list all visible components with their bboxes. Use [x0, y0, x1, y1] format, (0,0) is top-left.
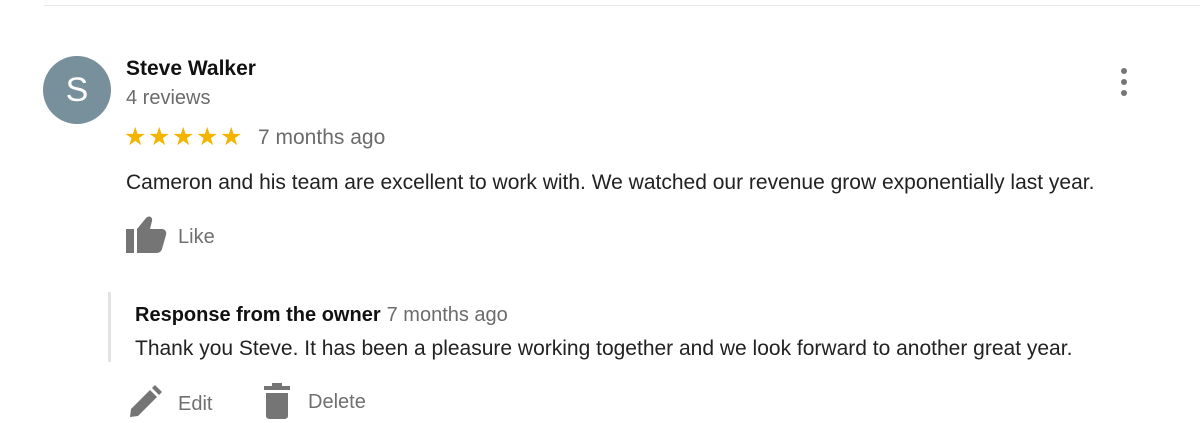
avatar[interactable]: S	[43, 56, 111, 124]
edit-label: Edit	[178, 393, 213, 415]
star-icon: ★	[196, 123, 219, 151]
owner-response: Response from the owner 7 months ago Than…	[108, 292, 1171, 362]
edit-button[interactable]: Edit	[128, 385, 228, 421]
delete-label: Delete	[308, 391, 366, 413]
star-icon: ★	[220, 123, 243, 151]
reviewer-name[interactable]: Steve Walker	[126, 57, 256, 81]
more-options-button[interactable]	[1112, 64, 1136, 100]
review-count[interactable]: 4 reviews	[126, 87, 210, 110]
response-title: Response from the owner	[135, 304, 381, 326]
review-age: 7 months ago	[258, 126, 386, 149]
delete-button[interactable]: Delete	[264, 383, 394, 421]
thumbs-up-icon	[126, 216, 167, 253]
star-icon: ★	[172, 123, 195, 151]
like-button[interactable]: Like	[126, 215, 246, 255]
star-icon: ★	[124, 123, 147, 151]
response-age: 7 months ago	[386, 304, 508, 326]
review-text: Cameron and his team are excellent to wo…	[126, 171, 1095, 194]
top-divider	[44, 5, 1200, 6]
response-heading: Response from the owner 7 months ago	[135, 304, 508, 327]
pencil-icon	[130, 385, 162, 417]
like-label: Like	[178, 226, 215, 248]
response-text: Thank you Steve. It has been a pleasure …	[135, 337, 1073, 360]
trash-icon	[264, 383, 290, 419]
star-icon: ★	[148, 123, 171, 151]
